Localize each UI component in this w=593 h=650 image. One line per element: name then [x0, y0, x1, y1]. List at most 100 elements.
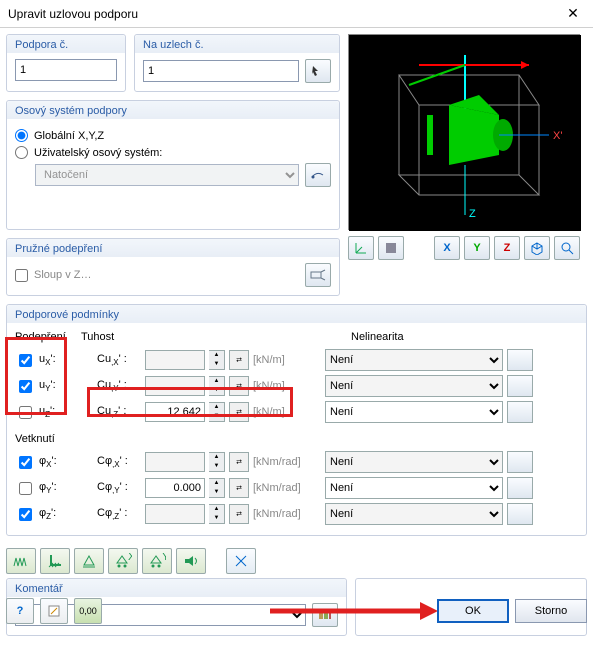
radio-global-input[interactable] — [15, 129, 28, 142]
radio-user[interactable]: Uživatelský osový systém: — [15, 146, 331, 159]
preset-cross-icon[interactable] — [226, 548, 256, 574]
ok-button[interactable]: OK — [437, 599, 509, 623]
fix-row: φY': Cφ,Y' :▲▼⇄[kNm/rad]Není — [15, 475, 578, 501]
nonlinearity-select[interactable]: Není — [325, 401, 503, 423]
view-z-icon[interactable]: Z — [494, 236, 520, 260]
nonlinearity-edit-icon[interactable] — [507, 503, 533, 525]
view-x-icon[interactable]: X — [434, 236, 460, 260]
nonlinearity-select: Není — [325, 451, 503, 473]
pick-node-icon[interactable] — [305, 59, 331, 83]
stiff-input — [145, 350, 205, 370]
view-zoom-icon[interactable] — [554, 236, 580, 260]
close-icon[interactable]: ✕ — [561, 2, 585, 26]
preset-sound-icon[interactable] — [176, 548, 206, 574]
stiff-spinner[interactable]: ▲▼ — [209, 478, 225, 498]
preview-3d[interactable]: X' Z — [348, 34, 580, 230]
units-icon[interactable]: 0,00 — [74, 598, 102, 624]
view-grid-icon[interactable] — [378, 236, 404, 260]
fix-check[interactable] — [19, 508, 32, 521]
nonlinearity-edit-icon[interactable] — [507, 375, 533, 397]
stiff-unit-btn[interactable]: ⇄ — [229, 478, 249, 498]
spring-edit-icon[interactable] — [305, 263, 331, 287]
stiff-label: Cφ,Z' : — [97, 507, 141, 521]
sec-nlin-label: Nelinearita — [351, 331, 404, 343]
stiff-unit: [kNm/rad] — [253, 508, 309, 520]
stiff-label: Cu,Y' : — [97, 379, 141, 393]
preset-roller-y-icon[interactable]: Y — [142, 548, 172, 574]
view-axes-icon[interactable] — [348, 236, 374, 260]
support-check[interactable] — [19, 380, 32, 393]
support-row: uZ': Cu,Z' : ▲▼⇄ [kN/m] Není — [15, 399, 578, 425]
stiff-input[interactable] — [145, 478, 205, 498]
support-check[interactable] — [19, 406, 32, 419]
stiff-spinner: ▲▼ — [209, 504, 225, 524]
radio-user-label: Uživatelský osový systém: — [34, 147, 162, 159]
stiff-label: Cφ,X' : — [97, 455, 141, 469]
support-check[interactable] — [19, 354, 32, 367]
on-nodes-input[interactable] — [143, 60, 299, 82]
nonlinearity-edit-icon[interactable] — [507, 349, 533, 371]
nonlinearity-select[interactable]: Není — [325, 477, 503, 499]
view-y-icon[interactable]: Y — [464, 236, 490, 260]
stiff-spinner: ▲▼ — [209, 452, 225, 472]
view-iso-icon[interactable] — [524, 236, 550, 260]
support-no-label: Podpora č. — [7, 35, 125, 53]
radio-user-input[interactable] — [15, 146, 28, 159]
stiff-label: Cu,Z' : — [97, 405, 141, 419]
radio-global-label: Globální X,Y,Z — [34, 130, 104, 142]
nonlinearity-edit-icon[interactable] — [507, 401, 533, 423]
comment-label: Komentář — [7, 579, 346, 597]
stiff-unit-btn[interactable]: ⇄ — [229, 350, 249, 370]
fix-row: φZ': Cφ,Z' :▲▼⇄[kNm/rad]Není — [15, 501, 578, 527]
support-label: uZ': — [39, 405, 77, 419]
help-icon[interactable]: ? — [6, 598, 34, 624]
window-title: Upravit uzlovou podporu — [8, 7, 138, 21]
edit-icon[interactable] — [40, 598, 68, 624]
sec-support-label: Podepření — [15, 331, 81, 343]
rotation-edit-icon[interactable] — [305, 163, 331, 187]
axis-system-label: Osový systém podpory — [7, 101, 339, 119]
support-label: uX': — [39, 353, 77, 367]
stiff-unit-btn[interactable]: ⇄ — [229, 376, 249, 396]
svg-text:X': X' — [553, 130, 562, 142]
preset-fixed-icon[interactable] — [40, 548, 70, 574]
stiff-unit: [kN/m] — [253, 406, 309, 418]
on-nodes-label: Na uzlech č. — [135, 35, 339, 53]
support-no-input[interactable] — [15, 59, 117, 81]
preset-spring-icon[interactable] — [6, 548, 36, 574]
stiff-input — [145, 452, 205, 472]
spring-column-check[interactable]: Sloup v Z… — [15, 269, 91, 282]
nonlinearity-select: Není — [325, 349, 503, 371]
nonlinearity-edit-icon[interactable] — [507, 451, 533, 473]
nonlinearity-select: Není — [325, 503, 503, 525]
fix-label: φX': — [39, 455, 77, 469]
stiff-label: Cu,X' : — [97, 353, 141, 367]
radio-global[interactable]: Globální X,Y,Z — [15, 129, 331, 142]
preset-pinned-icon[interactable] — [74, 548, 104, 574]
stiff-unit: [kNm/rad] — [253, 456, 309, 468]
spring-label: Pružné podepření — [7, 239, 339, 257]
stiff-input — [145, 376, 205, 396]
stiff-input[interactable] — [145, 402, 205, 422]
stiff-spinner[interactable]: ▲▼ — [209, 402, 225, 422]
stiff-unit-btn[interactable]: ⇄ — [229, 402, 249, 422]
stiff-unit-btn[interactable]: ⇄ — [229, 504, 249, 524]
stiff-unit: [kNm/rad] — [253, 482, 309, 494]
support-label: uY': — [39, 379, 77, 393]
stiff-unit-btn[interactable]: ⇄ — [229, 452, 249, 472]
fix-check[interactable] — [19, 456, 32, 469]
svg-text:Y: Y — [162, 553, 166, 563]
svg-text:X: X — [128, 553, 132, 563]
spring-column-checkbox[interactable] — [15, 269, 28, 282]
cancel-button[interactable]: Storno — [515, 599, 587, 623]
stiff-label: Cφ,Y' : — [97, 481, 141, 495]
fix-check[interactable] — [19, 482, 32, 495]
fix-row: φX': Cφ,X' : ▲▼⇄ [kNm/rad] Není — [15, 449, 578, 475]
preset-roller-x-icon[interactable]: X — [108, 548, 138, 574]
conditions-label: Podporové podmínky — [7, 305, 586, 323]
stiff-spinner: ▲▼ — [209, 350, 225, 370]
nonlinearity-edit-icon[interactable] — [507, 477, 533, 499]
svg-text:Z: Z — [469, 208, 476, 220]
preset-toolbar: X Y — [6, 544, 587, 578]
titlebar: Upravit uzlovou podporu ✕ — [0, 0, 593, 28]
